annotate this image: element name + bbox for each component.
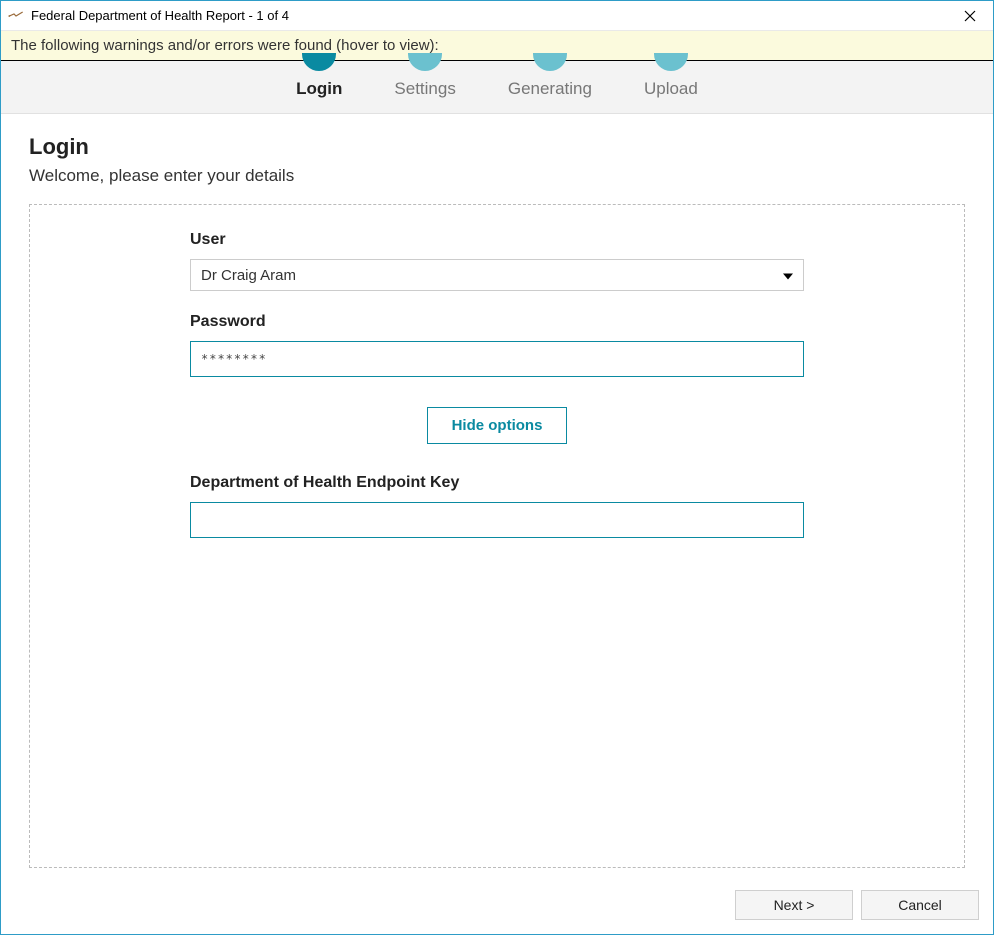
content: Login Welcome, please enter your details… (1, 114, 993, 878)
next-button[interactable]: Next > (735, 890, 853, 920)
user-select-value: Dr Craig Aram (201, 267, 296, 284)
app-icon (7, 7, 25, 25)
step-settings[interactable]: Settings (394, 53, 455, 99)
stepper: Login Settings Generating Upload (1, 53, 993, 99)
step-generating[interactable]: Generating (508, 53, 592, 99)
chevron-down-icon (783, 267, 793, 284)
endpoint-input[interactable] (190, 502, 804, 538)
title-bar: Federal Department of Health Report - 1 … (1, 1, 993, 31)
user-select[interactable]: Dr Craig Aram (190, 259, 804, 291)
step-label: Upload (644, 79, 698, 99)
cancel-button[interactable]: Cancel (861, 890, 979, 920)
user-label: User (190, 231, 804, 249)
password-input[interactable] (190, 341, 804, 377)
step-circle (408, 53, 442, 71)
step-circle (302, 53, 336, 71)
step-upload[interactable]: Upload (644, 53, 698, 99)
window-title: Federal Department of Health Report - 1 … (31, 8, 289, 23)
endpoint-label: Department of Health Endpoint Key (190, 474, 804, 492)
endpoint-field-group: Department of Health Endpoint Key (190, 474, 804, 538)
form-panel: User Dr Craig Aram Password Hide options… (29, 204, 965, 868)
password-field-group: Password (190, 313, 804, 377)
close-button[interactable] (947, 1, 993, 31)
warning-text: The following warnings and/or errors wer… (11, 37, 439, 54)
step-circle (533, 53, 567, 71)
close-icon (964, 10, 976, 22)
toggle-wrap: Hide options (190, 407, 804, 444)
step-label: Generating (508, 79, 592, 99)
footer: Next > Cancel (1, 878, 993, 934)
step-login[interactable]: Login (296, 53, 342, 99)
page-subtitle: Welcome, please enter your details (29, 166, 965, 186)
hide-options-button[interactable]: Hide options (427, 407, 568, 444)
password-label: Password (190, 313, 804, 331)
step-label: Settings (394, 79, 455, 99)
step-label: Login (296, 79, 342, 99)
page-title: Login (29, 134, 965, 160)
user-field-group: User Dr Craig Aram (190, 231, 804, 291)
stepper-wrap: Login Settings Generating Upload (1, 61, 993, 114)
step-circle (654, 53, 688, 71)
